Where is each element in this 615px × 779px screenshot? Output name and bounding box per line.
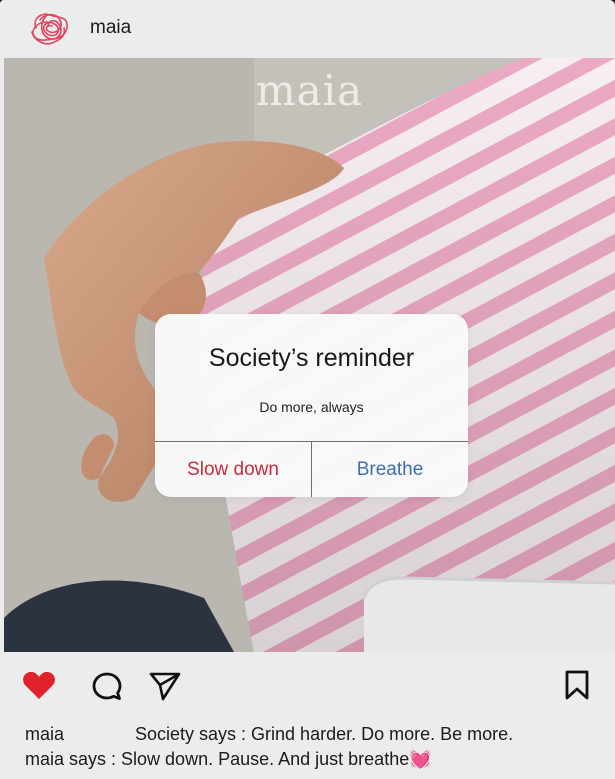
heart-emoji-icon: 💓 bbox=[409, 749, 432, 769]
post-header: maia bbox=[0, 0, 615, 58]
caption-line2: maia says : Slow down. Pause. And just b… bbox=[25, 747, 610, 772]
post-image: maia Society’s reminder Do more, always … bbox=[4, 58, 615, 652]
post-actions bbox=[0, 652, 615, 716]
heart-icon[interactable] bbox=[22, 670, 56, 705]
breathe-button[interactable]: Breathe bbox=[312, 442, 468, 497]
post-username[interactable]: maia bbox=[90, 17, 131, 39]
bookmark-icon[interactable] bbox=[564, 669, 590, 706]
post-caption: maia Society says : Grind harder. Do more… bbox=[25, 722, 610, 772]
avatar[interactable] bbox=[26, 8, 72, 48]
caption-username[interactable]: maia bbox=[25, 722, 135, 747]
alert-dialog: Society’s reminder Do more, always Slow … bbox=[155, 314, 468, 497]
brand-watermark: maia bbox=[255, 66, 364, 115]
comment-icon[interactable] bbox=[91, 671, 123, 706]
post-card: maia maia Society’s reminder Do more, al… bbox=[0, 0, 615, 779]
alert-message: Do more, always bbox=[259, 399, 364, 415]
slow-down-button[interactable]: Slow down bbox=[155, 442, 311, 497]
caption-text-line1: Society says : Grind harder. Do more. Be… bbox=[135, 724, 514, 744]
send-icon[interactable] bbox=[148, 671, 182, 706]
caption-text-line2: maia says : Slow down. Pause. And just b… bbox=[25, 749, 410, 769]
tangled-scribble-logo-icon bbox=[31, 13, 68, 45]
alert-title: Society’s reminder bbox=[208, 344, 415, 372]
